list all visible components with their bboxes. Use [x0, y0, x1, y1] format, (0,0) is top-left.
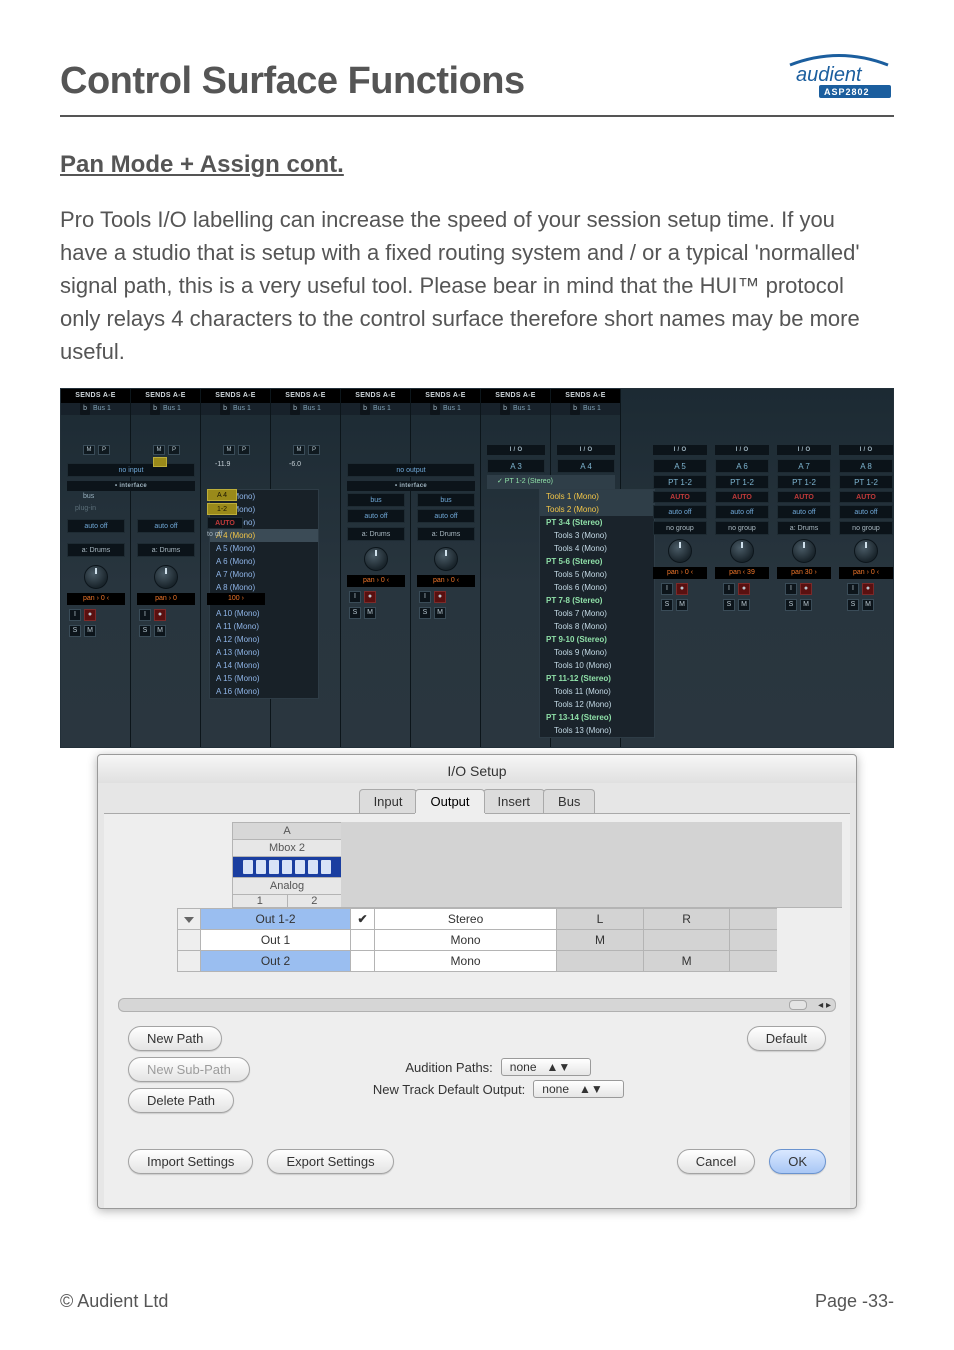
cancel-button[interactable]: Cancel [677, 1149, 755, 1174]
channel-header: 1 2 [232, 895, 342, 908]
page-footer: © Audient Ltd Page -33- [60, 1291, 894, 1312]
row-name[interactable]: Out 1 [201, 930, 351, 951]
footer-page: Page -33- [815, 1291, 894, 1312]
row-filler [730, 951, 777, 972]
logo-brand: audient [796, 64, 863, 86]
footer-copyright: © Audient Ltd [60, 1291, 168, 1312]
import-settings-button[interactable]: Import Settings [128, 1149, 253, 1174]
default-output-label: New Track Default Output: [373, 1082, 525, 1097]
row-checkbox[interactable] [351, 930, 375, 951]
page-title: Control Surface Functions [60, 60, 894, 103]
row-name[interactable]: Out 2 [201, 951, 351, 972]
row-ch2[interactable] [643, 930, 730, 951]
device-name: Mbox 2 [232, 840, 342, 857]
new-sub-path-button[interactable]: New Sub-Path [128, 1057, 250, 1082]
right-buttons: Default [747, 1026, 826, 1057]
dialog-title: I/O Setup [98, 755, 856, 783]
device-port-icons [232, 857, 342, 878]
row-filler [730, 930, 777, 951]
io-setup-dialog: I/O Setup Input Output Insert Bus A Mbox… [97, 754, 857, 1209]
horizontal-scrollbar[interactable]: ◂ ▸ [118, 998, 836, 1012]
default-output-select[interactable]: none ▲▼ [533, 1080, 623, 1098]
center-options: Audition Paths: none ▲▼ New Track Defaul… [373, 1026, 624, 1102]
row-filler [730, 909, 777, 930]
row-disclosure[interactable] [178, 951, 201, 972]
row-name[interactable]: Out 1-2 [201, 909, 351, 930]
tab-bus[interactable]: Bus [543, 789, 595, 813]
audition-paths-select[interactable]: none ▲▼ [501, 1058, 591, 1076]
default-button[interactable]: Default [747, 1026, 826, 1051]
tab-output[interactable]: Output [415, 789, 484, 813]
ok-button[interactable]: OK [769, 1149, 826, 1174]
row-disclosure[interactable] [178, 909, 201, 930]
analog-header: Analog [232, 878, 342, 895]
dialog-tabs: Input Output Insert Bus [98, 789, 856, 813]
left-buttons: New Path New Sub-Path Delete Path [128, 1026, 250, 1119]
chan-1: 1 [233, 895, 288, 907]
section-subhead: Pan Mode + Assign cont. [60, 151, 894, 179]
new-path-button[interactable]: New Path [128, 1026, 222, 1051]
row-type: Mono [375, 951, 557, 972]
row-ch2[interactable]: R [643, 909, 730, 930]
tab-insert[interactable]: Insert [483, 789, 546, 813]
scrollbar-arrows[interactable]: ◂ ▸ [818, 999, 831, 1011]
tab-input[interactable]: Input [359, 789, 418, 813]
chan-2: 2 [288, 895, 342, 907]
row-type: Stereo [375, 909, 557, 930]
row-ch1[interactable] [557, 951, 644, 972]
mixer-screenshot: SENDS A-E bBus 1SENDS A-E bBus 1SENDS A-… [60, 388, 894, 748]
logo-model: ASP2802 [824, 87, 870, 97]
device-letter: A [232, 822, 342, 840]
row-type: Mono [375, 930, 557, 951]
delete-path-button[interactable]: Delete Path [128, 1088, 234, 1113]
export-settings-button[interactable]: Export Settings [267, 1149, 393, 1174]
row-checkbox[interactable] [351, 951, 375, 972]
audition-paths-label: Audition Paths: [405, 1060, 492, 1075]
title-rule [60, 115, 894, 117]
row-ch1[interactable]: M [557, 930, 644, 951]
scrollbar-thumb[interactable] [789, 1000, 807, 1010]
io-output-table: Out 1-2✔StereoLROut 1MonoMOut 2MonoM [177, 908, 777, 972]
row-checkbox[interactable]: ✔ [351, 909, 375, 930]
row-ch1[interactable]: L [557, 909, 644, 930]
row-disclosure[interactable] [178, 930, 201, 951]
body-paragraph: Pro Tools I/O labelling can increase the… [60, 203, 880, 368]
brand-logo: audient ASP2802 [784, 52, 894, 100]
row-ch2[interactable]: M [643, 951, 730, 972]
